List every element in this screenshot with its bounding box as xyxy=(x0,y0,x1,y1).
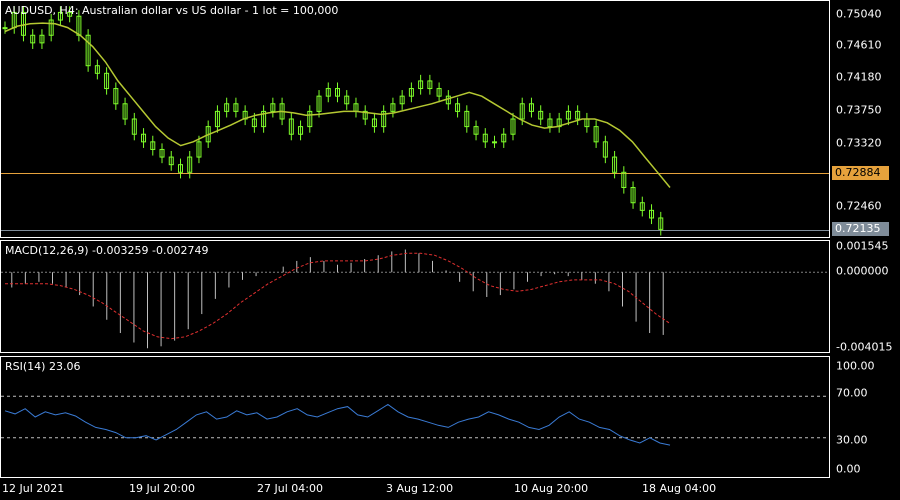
x-axis-label: 3 Aug 12:00 xyxy=(386,482,454,495)
candle-body xyxy=(2,27,8,30)
rsi-y-tick: 30.00 xyxy=(836,433,868,447)
price-chart-canvas xyxy=(1,6,829,236)
candle-body xyxy=(492,141,498,144)
x-axis-label: 12 Jul 2021 xyxy=(2,482,65,495)
macd-y-tick: -0.004015 xyxy=(836,340,893,354)
macd-chart-canvas xyxy=(1,249,829,349)
price-chart-pane[interactable]: AUDUSD, H4: Australian dollar vs US doll… xyxy=(0,0,830,238)
rsi-chart-canvas xyxy=(1,395,829,446)
rsi-pane[interactable]: RSI(14) 23.06 xyxy=(0,356,830,478)
price-y-tick: 0.73320 xyxy=(836,136,882,150)
price-y-tick: 0.72460 xyxy=(836,199,882,213)
current-price-tag: 0.72135 xyxy=(832,222,889,236)
moving-average-line xyxy=(4,22,671,188)
price-pane-title: AUDUSD, H4: Australian dollar vs US doll… xyxy=(5,4,339,17)
macd-pane[interactable]: MACD(12,26,9) -0.003259 -0.002749 xyxy=(0,240,830,353)
rsi-line xyxy=(4,403,671,446)
x-axis-label: 10 Aug 20:00 xyxy=(514,482,589,495)
macd-pane-title: MACD(12,26,9) -0.003259 -0.002749 xyxy=(5,244,209,257)
price-y-tick: 0.75040 xyxy=(836,7,882,21)
macd-y-tick: 0.001545 xyxy=(836,239,889,253)
price-y-tick: 0.74610 xyxy=(836,38,882,52)
price-y-tick: 0.74180 xyxy=(836,70,882,84)
x-axis-label: 19 Jul 20:00 xyxy=(129,482,195,495)
rsi-pane-title: RSI(14) 23.06 xyxy=(5,360,81,373)
price-y-tick: 0.73750 xyxy=(836,103,882,117)
rsi-y-tick: 100.00 xyxy=(836,359,875,373)
macd-y-tick: 0.000000 xyxy=(836,264,889,278)
rsi-y-tick: 70.00 xyxy=(836,386,868,400)
rsi-y-tick: 0.00 xyxy=(836,462,861,476)
level-line-price-tag: 0.72884 xyxy=(832,166,889,180)
x-axis-label: 18 Aug 04:00 xyxy=(642,482,717,495)
x-axis-label: 27 Jul 04:00 xyxy=(257,482,323,495)
